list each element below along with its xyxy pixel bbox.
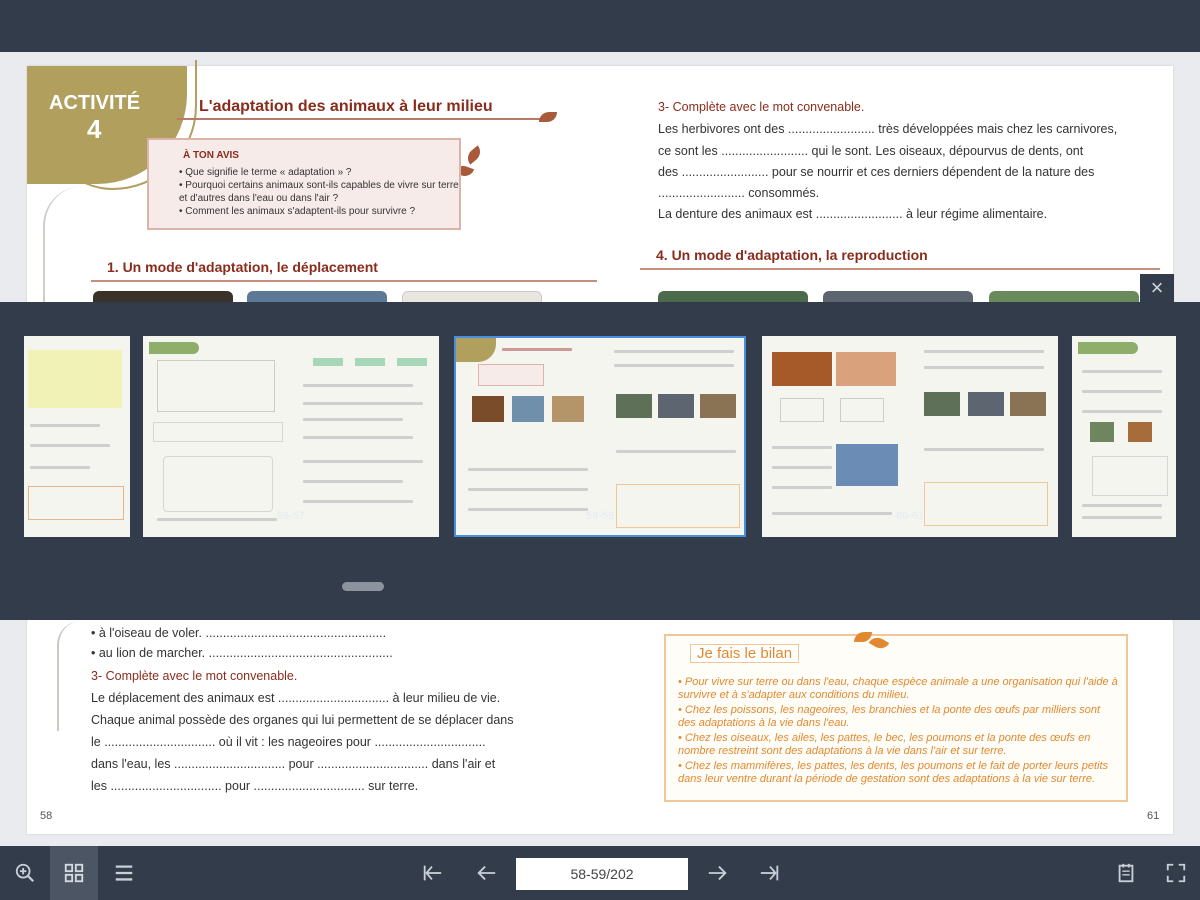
page-number: 61 [1147, 810, 1160, 822]
leaf-icon [463, 145, 485, 165]
leaf-icon [539, 112, 557, 122]
panel-resize-handle[interactable] [342, 582, 384, 591]
text-line: Chaque animal possède des organes qui lu… [91, 713, 514, 727]
previous-page-icon [477, 865, 496, 881]
page-number: 58 [40, 810, 53, 822]
bilan-title: Je fais le bilan [690, 644, 800, 663]
grid-icon [64, 863, 84, 883]
section-underline [91, 280, 597, 282]
page-number-input[interactable] [516, 858, 688, 890]
thumbnail-label: 58-59 [585, 510, 615, 522]
activity-number: 4 [87, 114, 102, 144]
complete-heading: 3- Complète avec le mot convenable. [91, 669, 298, 683]
fullscreen-button[interactable] [1152, 846, 1200, 900]
bilan-list: Pour vivre sur terre ou dans l'eau, chaq… [678, 676, 1118, 788]
text-line: ......................... consommés. [658, 186, 820, 200]
next-page-icon [708, 865, 727, 881]
activity-title: L'adaptation des animaux à leur milieu [199, 98, 493, 115]
thumbnail-page[interactable] [1072, 336, 1176, 537]
list-view-button[interactable] [100, 846, 148, 900]
text-line: • au lion de marcher. ..................… [91, 646, 393, 660]
text-line: le ................................ où i… [91, 735, 486, 749]
title-underline [177, 118, 547, 120]
thumbnail-label: 60-61 [895, 510, 925, 522]
ton-avis-item: Pourquoi certains animaux sont-ils capab… [179, 179, 459, 205]
ton-avis-item: Que signifie le terme « adaptation » ? [179, 166, 459, 179]
text-line: des ......................... pour se no… [658, 165, 1095, 179]
fullscreen-icon [1166, 863, 1186, 883]
notes-icon [1118, 863, 1134, 883]
notes-button[interactable] [1102, 846, 1150, 900]
previous-page-button[interactable] [462, 846, 510, 900]
section-underline [640, 268, 1160, 270]
zoom-in-icon [15, 863, 35, 883]
bottom-toolbar [0, 846, 1200, 900]
bilan-item: Chez les poissons, les nageoires, les br… [678, 704, 1118, 730]
close-thumbnails-button[interactable]: × [1140, 274, 1174, 302]
first-page-button[interactable] [408, 846, 456, 900]
thumbnail-panel: 56-57 58-59 60-61 [0, 302, 1200, 620]
thumbnail-page[interactable] [762, 336, 1058, 537]
section-title: 4. Un mode d'adaptation, la reproduction [656, 247, 928, 263]
bilan-item: Pour vivre sur terre ou dans l'eau, chaq… [678, 676, 1118, 702]
thumbnail-page[interactable] [454, 336, 746, 537]
text-line: La denture des animaux est .............… [658, 207, 1048, 221]
section-title: 1. Un mode d'adaptation, le déplacement [107, 259, 378, 275]
activity-word: ACTIVITÉ [49, 92, 141, 114]
text-line: Le déplacement des animaux est .........… [91, 691, 501, 705]
willow-decoration [57, 621, 81, 731]
text-line: Les herbivores ont des .................… [658, 122, 1118, 136]
ton-avis-item: Comment les animaux s'adaptent-ils pour … [179, 205, 459, 218]
zoom-button[interactable] [1, 846, 49, 900]
text-line: ce sont les ......................... qu… [658, 144, 1084, 158]
ton-avis-list: Que signifie le terme « adaptation » ? P… [179, 166, 459, 218]
text-line: dans l'eau, les ........................… [91, 757, 496, 771]
ton-avis-heading: À TON AVIS [183, 150, 239, 161]
bilan-item: Chez les mammifères, les pattes, les den… [678, 760, 1118, 786]
bilan-item: Chez les oiseaux, les ailes, les pattes,… [678, 732, 1118, 758]
thumbnail-page[interactable] [143, 336, 439, 537]
complete-heading: 3- Complète avec le mot convenable. [658, 100, 865, 114]
first-page-icon [423, 865, 442, 881]
grid-view-button[interactable] [50, 846, 98, 900]
ton-avis-box: À TON AVIS Que signifie le terme « adapt… [147, 138, 461, 230]
last-page-icon [760, 865, 779, 881]
top-bar [0, 0, 1200, 52]
text-line: les ................................ pou… [91, 779, 419, 793]
close-icon: × [1150, 275, 1164, 300]
list-icon [115, 865, 133, 881]
next-page-button[interactable] [694, 846, 742, 900]
text-line: • à l'oiseau de voler. .................… [91, 626, 387, 640]
thumbnail-label: 56-57 [276, 510, 306, 522]
last-page-button[interactable] [746, 846, 794, 900]
thumbnail-page[interactable] [24, 336, 130, 537]
